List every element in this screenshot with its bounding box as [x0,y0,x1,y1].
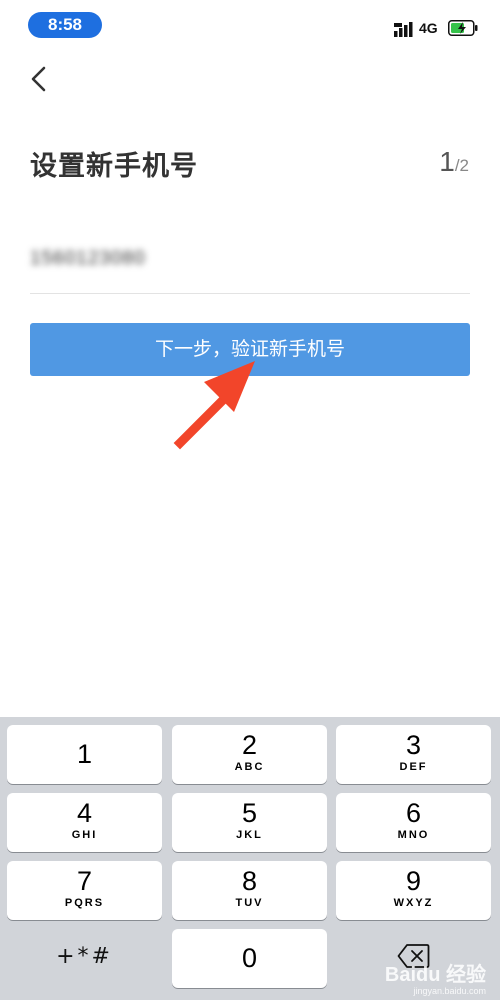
status-time: 8:58 [28,12,102,38]
key-letters: JKL [236,829,263,841]
key-letters: PQRS [64,897,105,909]
key-6[interactable]: 6 MNO [336,793,491,852]
key-symbols[interactable]: +*# [7,927,162,986]
key-8[interactable]: 8 TUV [172,861,327,920]
key-digit: 4 [76,798,93,828]
key-1[interactable]: 1 [7,725,162,784]
battery-charging-icon [448,20,478,36]
watermark-sub: jingyan.baidu.com [413,986,486,996]
step-total: /2 [454,156,469,175]
key-2[interactable]: 2 ABC [172,725,327,784]
key-digit: 3 [405,730,422,760]
key-digit: 2 [241,730,258,760]
key-digit: 7 [76,866,93,896]
key-5[interactable]: 5 JKL [172,793,327,852]
key-0[interactable]: 0 [172,929,327,988]
key-digit: 6 [405,798,422,828]
key-digit: 8 [241,866,258,896]
key-letters: DEF [399,761,428,773]
key-letters: ABC [234,761,265,773]
delete-key[interactable] [336,927,491,986]
key-4[interactable]: 4 GHI [7,793,162,852]
status-bar: 8:58 4G [0,0,500,52]
next-verify-button[interactable]: 下一步，验证新手机号 [30,323,470,376]
network-type: 4G [419,20,438,36]
key-digit: 5 [241,798,258,828]
key-7[interactable]: 7 PQRS [7,861,162,920]
key-digit: 0 [241,943,258,973]
symbols-label: +*# [56,944,113,969]
signal-icon [394,22,413,37]
key-3[interactable]: 3 DEF [336,725,491,784]
page-title: 设置新手机号 [30,151,198,182]
key-letters: GHI [71,829,98,841]
chevron-left-icon [31,66,46,92]
step-indicator: 1/2 [439,146,469,178]
phone-number-value: 1560123080 [30,248,146,269]
key-letters: WXYZ [393,897,434,909]
numeric-keypad: 1 2 ABC 3 DEF 4 GHI 5 JKL 6 MNO 7 PQRS 8… [0,717,500,1000]
key-digit: 9 [405,866,422,896]
back-button[interactable] [24,60,56,98]
input-divider [30,293,470,294]
step-current: 1 [439,146,455,177]
key-9[interactable]: 9 WXYZ [336,861,491,920]
backspace-icon [397,944,430,968]
key-letters: TUV [235,897,264,909]
phone-number-input[interactable]: 1560123080 [30,236,470,290]
key-letters: MNO [397,829,430,841]
key-digit: 1 [76,739,93,769]
